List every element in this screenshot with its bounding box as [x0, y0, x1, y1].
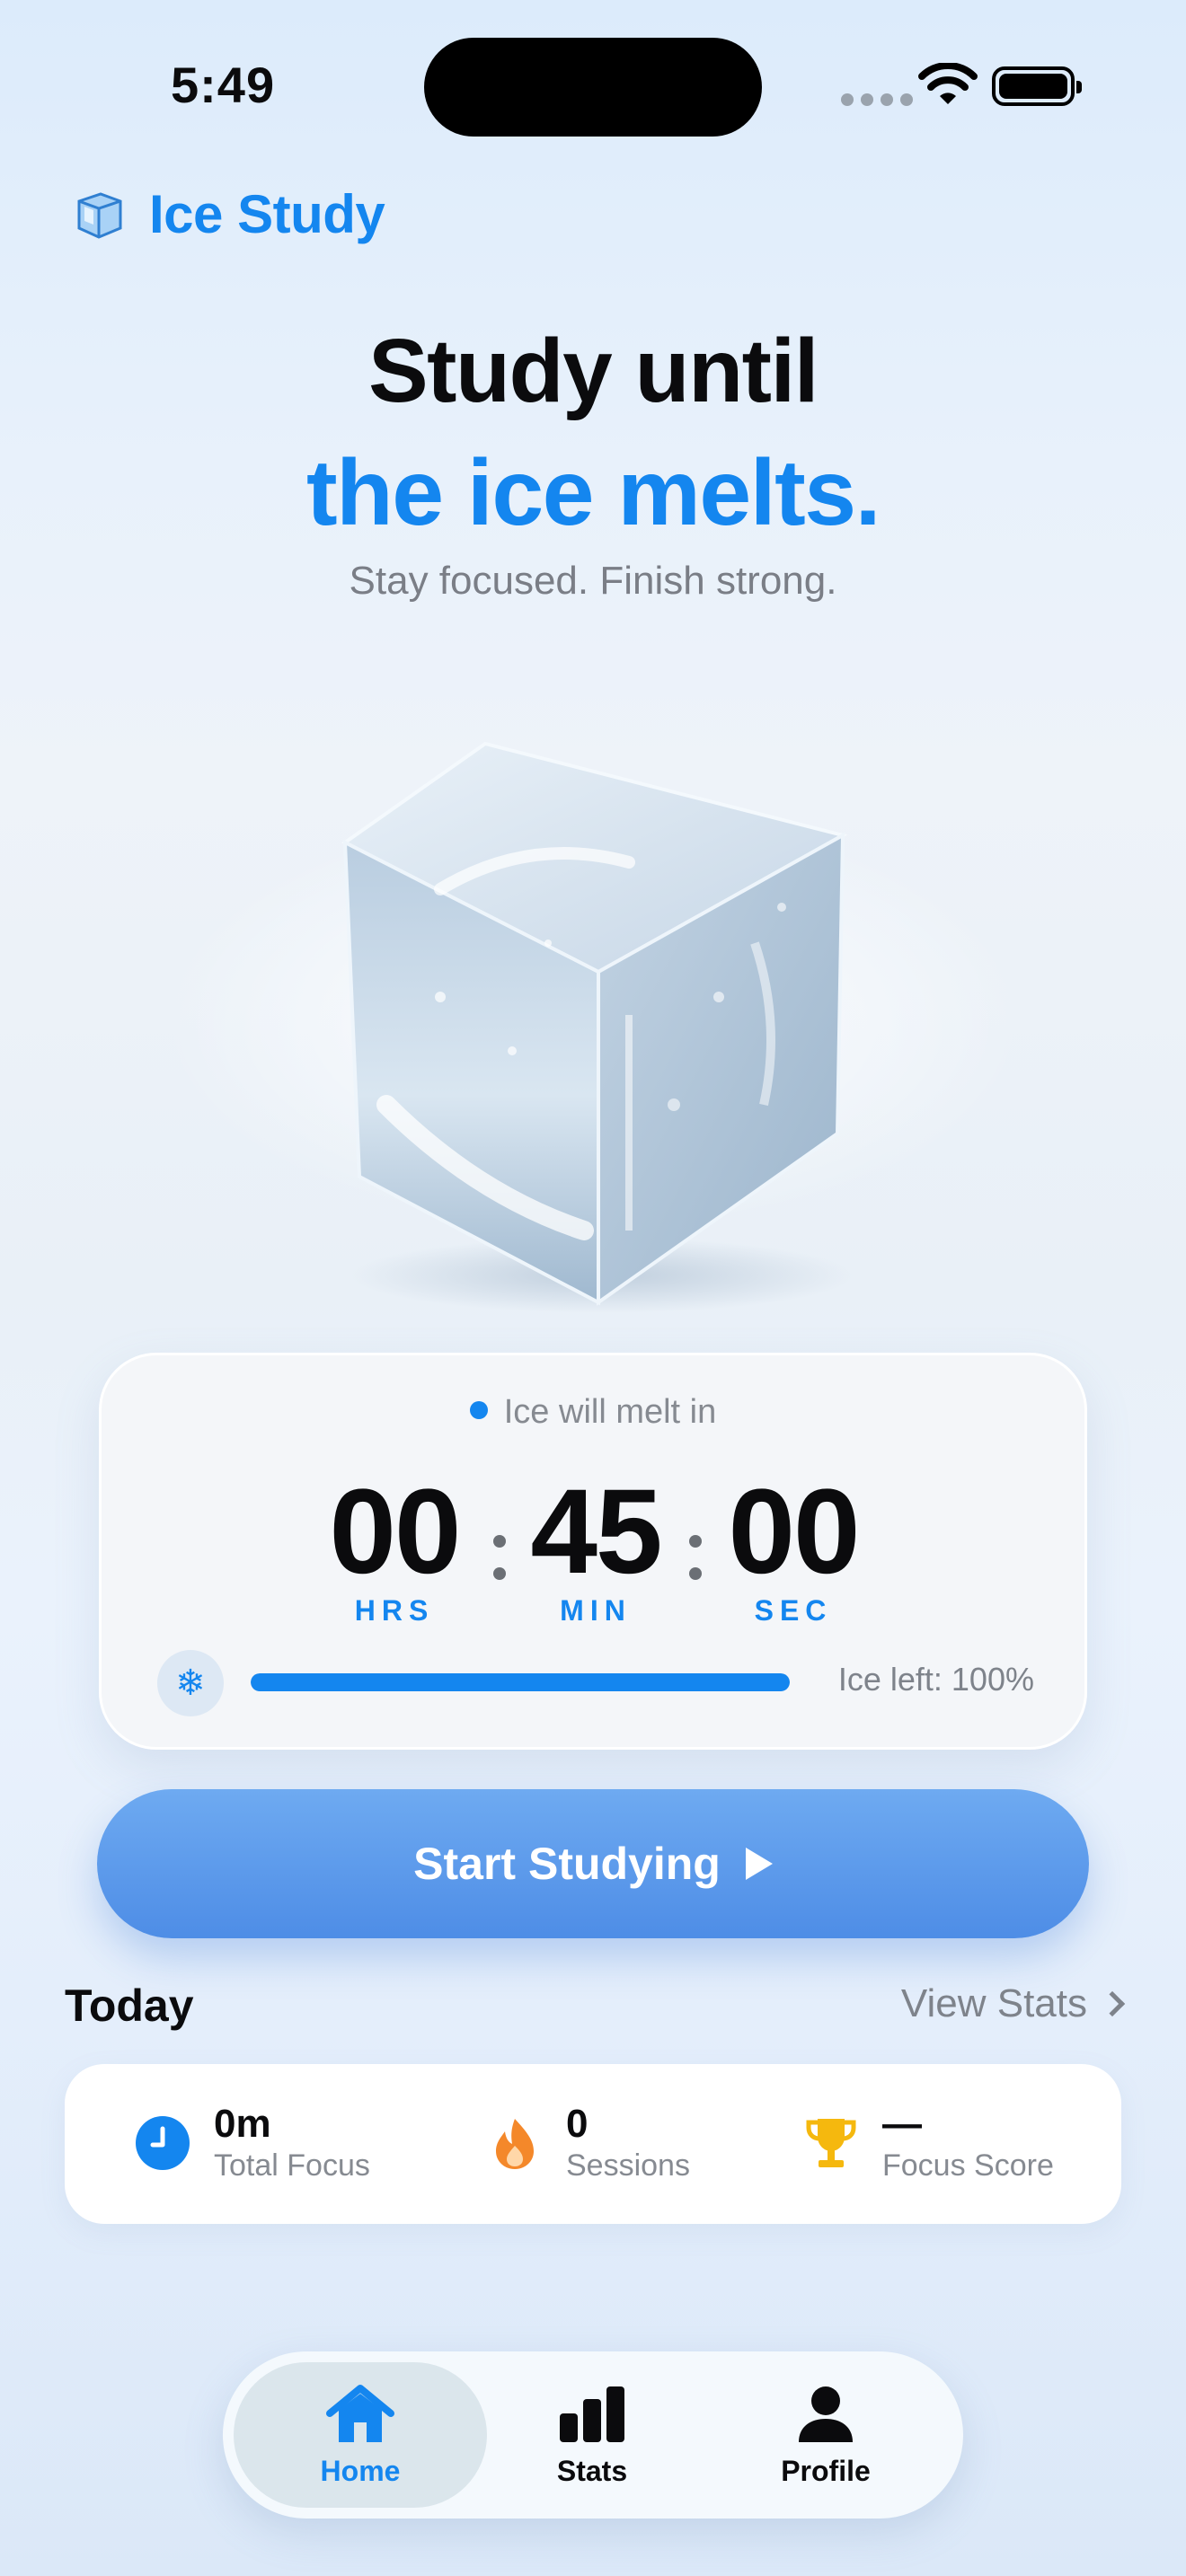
chevron-right-icon [1099, 1990, 1126, 2017]
seconds-unit: SEC [754, 1594, 833, 1627]
start-studying-button[interactable]: Start Studying [97, 1789, 1089, 1938]
melt-label: Ice will melt in [102, 1393, 1084, 1432]
tab-bar: Home Stats Profile [223, 2351, 963, 2519]
ice-left-text: Ice left: 100% [837, 1661, 1034, 1698]
today-title: Today [65, 1981, 194, 2031]
house-icon [326, 2384, 394, 2442]
hero-subtitle: Stay focused. Finish strong. [349, 559, 837, 603]
minutes-unit: MIN [560, 1594, 632, 1627]
play-icon [745, 1848, 773, 1880]
seconds-value: 00 [728, 1465, 860, 1599]
start-button-label: Start Studying [413, 1839, 721, 1889]
tab-profile-label: Profile [781, 2454, 871, 2487]
today-stats-card: 0m Total Focus 0 Sessions — Focus Score [65, 2064, 1121, 2224]
total-focus-label: Total Focus [214, 2148, 370, 2183]
headline-line-1: Study until [367, 321, 819, 421]
trophy-icon [806, 2119, 856, 2167]
flame-icon [496, 2119, 534, 2169]
app-brand: Ice Study [74, 183, 385, 245]
hours-unit: HRS [354, 1594, 435, 1627]
hours-value: 00 [329, 1465, 461, 1599]
melt-label-text: Ice will melt in [503, 1393, 717, 1431]
timer-card: Ice will melt in 00 45 00 HRS MIN SEC ❄ … [99, 1353, 1087, 1750]
wifi-icon [918, 63, 978, 104]
sessions-value: 0 [566, 2102, 589, 2146]
tab-stats-label: Stats [556, 2454, 628, 2487]
view-stats-link[interactable]: View Stats [900, 1981, 1126, 2026]
tab-home-label: Home [320, 2454, 401, 2487]
tab-home[interactable]: Home [234, 2362, 487, 2508]
status-dot-icon [469, 1401, 488, 1419]
focus-score-value: — [882, 2102, 922, 2146]
app-name: Ice Study [149, 184, 385, 244]
ice-cube-illustration [341, 741, 854, 1313]
cellular-signal-icon [841, 93, 913, 106]
battery-icon [992, 66, 1082, 106]
status-time: 5:49 [171, 57, 276, 113]
headline-line-2: the ice melts. [306, 441, 881, 545]
minutes-value: 45 [530, 1465, 662, 1599]
focus-score-label: Focus Score [882, 2148, 1054, 2183]
tab-profile[interactable]: Profile [699, 2362, 952, 2508]
view-stats-label: View Stats [900, 1981, 1087, 2025]
stat-sessions: 0 Sessions [487, 2102, 690, 2184]
bar-chart-icon [560, 2386, 624, 2442]
stat-focus-score: — Focus Score [803, 2102, 1054, 2184]
dynamic-island [424, 38, 762, 137]
total-focus-value: 0m [214, 2102, 271, 2146]
clock-icon [136, 2116, 190, 2170]
ice-cube-icon [77, 191, 122, 239]
tab-stats[interactable]: Stats [465, 2362, 719, 2508]
snowflake-icon: ❄ [157, 1650, 224, 1716]
stat-total-focus: 0m Total Focus [135, 2102, 370, 2184]
person-icon [799, 2386, 853, 2442]
ice-progress-bar [251, 1673, 790, 1691]
countdown: 00 45 00 [102, 1463, 1084, 1599]
sessions-label: Sessions [566, 2148, 690, 2183]
